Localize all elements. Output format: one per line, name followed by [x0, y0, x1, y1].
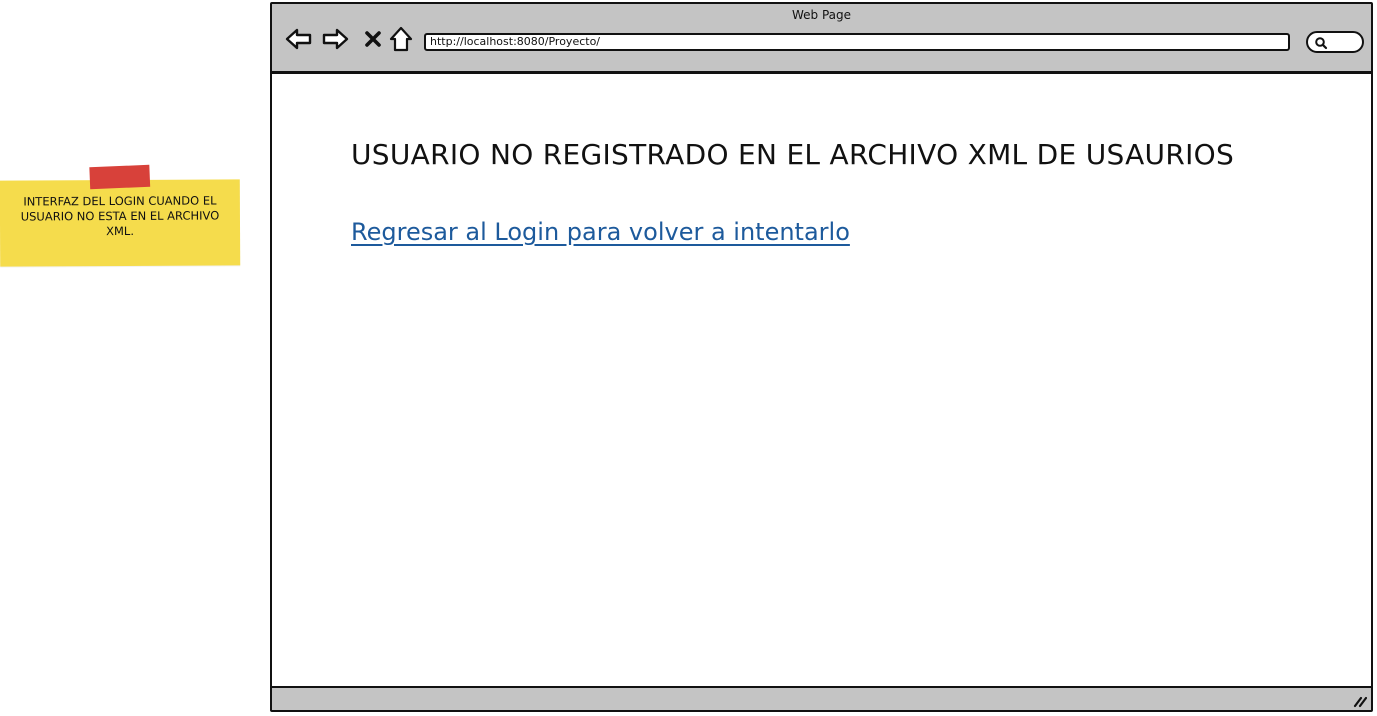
search-field[interactable]: [1306, 31, 1364, 53]
address-bar[interactable]: http://localhost:8080/Proyecto/: [424, 33, 1290, 51]
note-text: INTERFAZ DEL LOGIN CUANDO EL USUARIO NO …: [20, 193, 220, 239]
page-content: USUARIO NO REGISTRADO EN EL ARCHIVO XML …: [272, 74, 1371, 689]
status-bar: [272, 686, 1371, 710]
arrow-left-icon: [285, 28, 312, 50]
canvas: INTERFAZ DEL LOGIN CUANDO EL USUARIO NO …: [0, 0, 1377, 716]
stop-button[interactable]: [358, 26, 388, 52]
close-icon: [365, 31, 381, 47]
back-to-login-link[interactable]: Regresar al Login para volver a intentar…: [351, 218, 850, 246]
search-icon: [1315, 37, 1328, 50]
error-heading: USUARIO NO REGISTRADO EN EL ARCHIVO XML …: [351, 138, 1235, 171]
resize-grip-icon[interactable]: [1351, 692, 1367, 708]
back-button[interactable]: [284, 26, 314, 52]
browser-toolbar: Web Page http://localhost:8080/Proyecto/: [272, 4, 1371, 74]
home-button[interactable]: [386, 26, 416, 52]
browser-window: Web Page http://localhost:8080/Proyecto/…: [270, 2, 1373, 712]
arrow-right-icon: [322, 28, 349, 50]
window-title: Web Page: [791, 8, 852, 22]
note-tape: [89, 164, 151, 190]
forward-button[interactable]: [320, 26, 350, 52]
annotation-note: INTERFAZ DEL LOGIN CUANDO EL USUARIO NO …: [0, 164, 241, 267]
home-icon: [389, 26, 413, 52]
